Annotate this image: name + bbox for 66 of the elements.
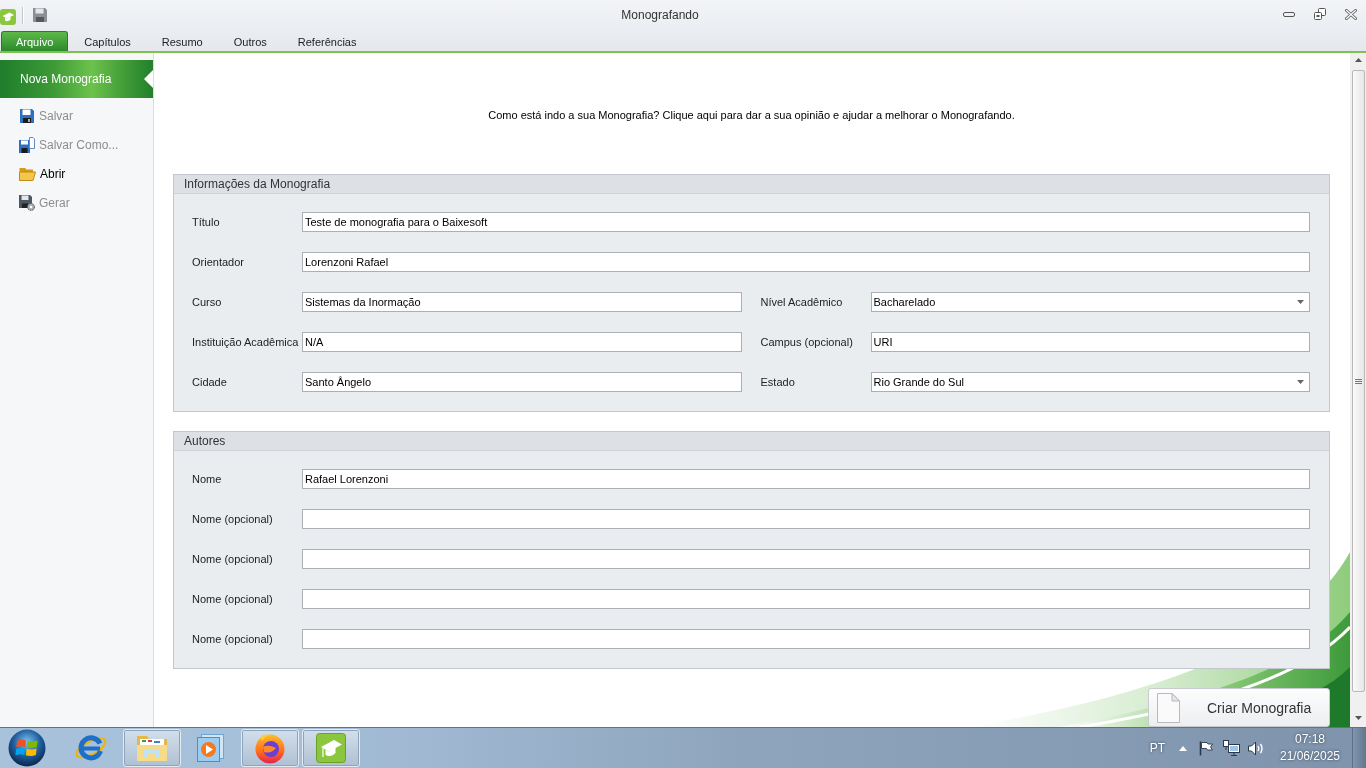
scrollbar-thumb[interactable] bbox=[1351, 70, 1365, 692]
field-label: Nome bbox=[192, 473, 223, 485]
feedback-link[interactable]: Como está indo a sua Monografia? Clique aqui para dar a sua opinião e ajudar a melhorar o Monografando. bbox=[488, 107, 1015, 123]
taskbar-button[interactable] bbox=[241, 729, 299, 767]
scroll-up-icon[interactable] bbox=[1354, 58, 1362, 62]
ribbon-tab[interactable]: Outros bbox=[218, 31, 282, 51]
window-title: Monografando bbox=[621, 8, 699, 22]
group-header: Autores bbox=[174, 432, 1329, 451]
document-icon bbox=[1157, 692, 1180, 723]
folder-icon bbox=[135, 733, 169, 763]
dropdown-field[interactable]: Bacharelado bbox=[870, 292, 1310, 312]
field-label: Orientador bbox=[192, 256, 245, 268]
start-button[interactable] bbox=[8, 729, 46, 767]
floppy-page-icon bbox=[19, 136, 35, 153]
field-label: Nível Acadêmico bbox=[760, 296, 844, 308]
text-field[interactable] bbox=[302, 589, 1310, 609]
save-icon[interactable] bbox=[33, 8, 47, 22]
grip-icon bbox=[1354, 378, 1362, 384]
text-field[interactable]: Rafael Lorenzoni bbox=[302, 469, 1310, 489]
field-label: Campus (opcional) bbox=[760, 336, 854, 348]
create-button[interactable]: Criar Monografia bbox=[1148, 688, 1330, 727]
floppy-gear-icon bbox=[19, 194, 35, 211]
field-label: Nome (opcional) bbox=[192, 593, 274, 605]
field-label: Cidade bbox=[192, 376, 228, 388]
text-field[interactable]: URI bbox=[870, 332, 1310, 352]
taskbar-button[interactable] bbox=[302, 729, 360, 767]
field-label: Título bbox=[192, 216, 221, 228]
dropdown-field[interactable]: Rio Grande do Sul bbox=[870, 372, 1310, 392]
speaker-icon[interactable] bbox=[1248, 740, 1264, 756]
ribbon-tab[interactable]: Capítulos bbox=[69, 31, 146, 51]
text-field[interactable]: Sistemas da Inormação bbox=[302, 292, 742, 312]
text-field[interactable]: Teste de monografia para o Baixesoft bbox=[302, 212, 1310, 232]
field-label: Nome (opcional) bbox=[192, 553, 274, 565]
ribbon-tab[interactable]: Referências bbox=[282, 31, 372, 51]
text-field[interactable]: N/A bbox=[302, 332, 742, 352]
text-field[interactable] bbox=[302, 509, 1310, 529]
scroll-down-icon[interactable] bbox=[1354, 716, 1362, 720]
caret-icon bbox=[1297, 300, 1304, 304]
graduation-cap-icon bbox=[316, 733, 346, 763]
network-icon[interactable] bbox=[1223, 740, 1240, 756]
graduation-cap-icon[interactable] bbox=[0, 8, 16, 25]
scrollbar[interactable] bbox=[1350, 53, 1366, 727]
sidebar-item[interactable]: Abrir bbox=[0, 159, 153, 188]
restore-icon[interactable] bbox=[1314, 8, 1326, 20]
taskbar-button[interactable] bbox=[196, 733, 226, 763]
field-label: Nome (opcional) bbox=[192, 633, 274, 645]
text-field[interactable] bbox=[302, 629, 1310, 649]
text-field[interactable] bbox=[302, 549, 1310, 569]
flag-icon[interactable] bbox=[1199, 740, 1213, 756]
flame-globe-icon bbox=[254, 732, 286, 764]
play-icon bbox=[196, 733, 226, 763]
sidebar-header[interactable]: Nova Monografia bbox=[0, 60, 153, 98]
text-field[interactable]: Lorenzoni Rafael bbox=[302, 252, 1310, 272]
field-label: Estado bbox=[760, 376, 796, 388]
field-label: Nome (opcional) bbox=[192, 513, 274, 525]
close-icon[interactable] bbox=[1345, 8, 1357, 20]
minimize-icon[interactable] bbox=[1283, 11, 1295, 17]
caret-icon bbox=[1297, 380, 1304, 384]
folder-icon bbox=[19, 166, 36, 181]
group-header: Informações da Monografia bbox=[174, 175, 1329, 194]
taskbar-button[interactable] bbox=[123, 729, 181, 767]
ribbon-tab[interactable]: Resumo bbox=[146, 31, 218, 51]
field-label: Instituição Acadêmica bbox=[192, 336, 300, 348]
caret-icon[interactable] bbox=[1179, 745, 1187, 751]
field-label: Curso bbox=[192, 296, 223, 308]
text-field[interactable]: Santo Ângelo bbox=[302, 372, 742, 392]
